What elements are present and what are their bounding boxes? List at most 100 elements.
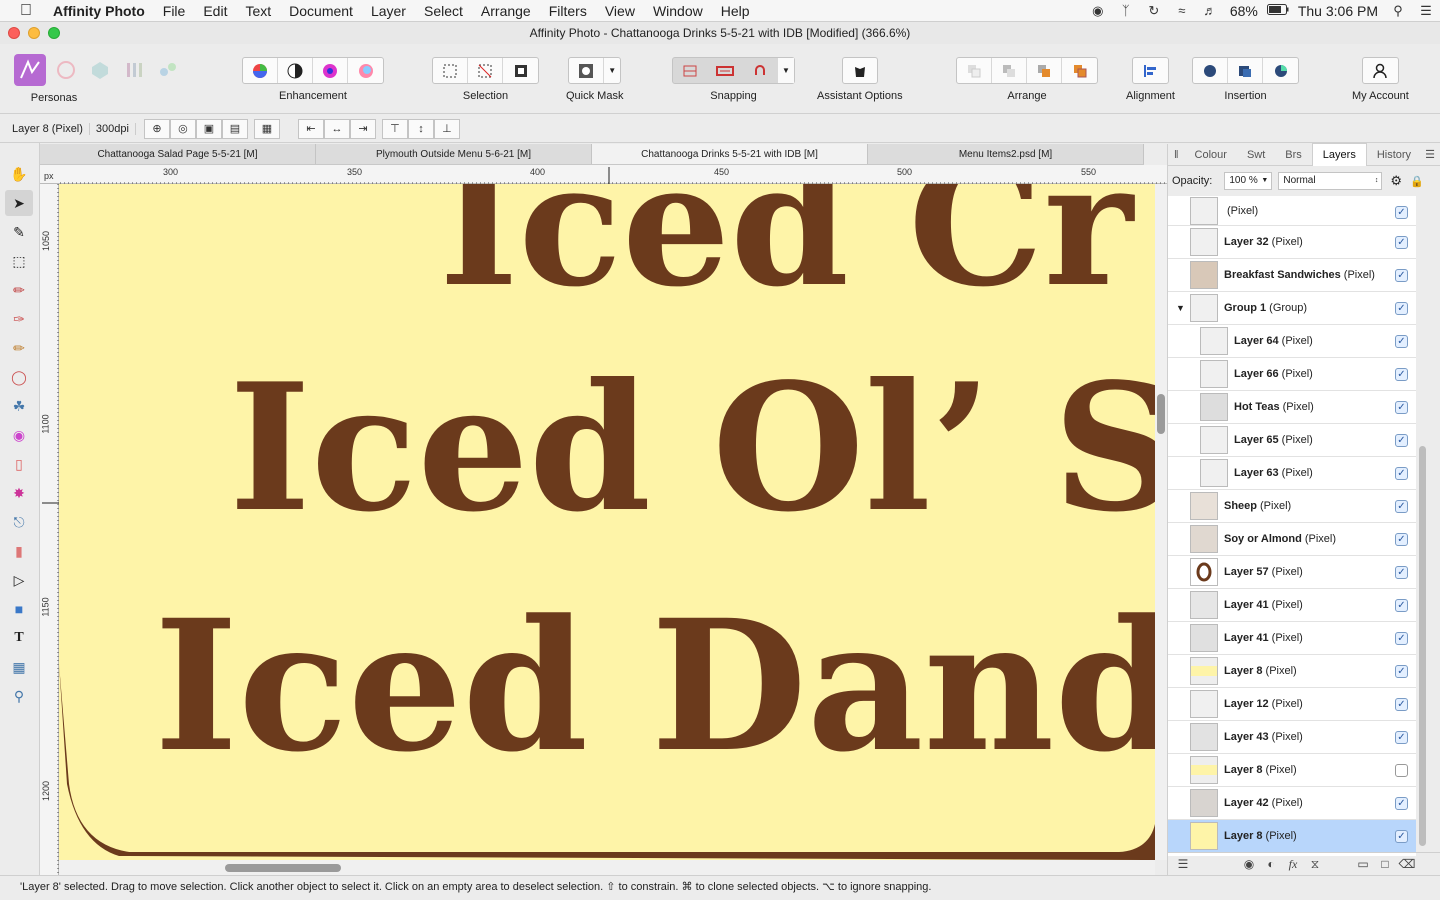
layer-visibility-checkbox[interactable]: ✓ bbox=[1395, 665, 1408, 678]
snapping-dropdown-icon[interactable]: ▼ bbox=[778, 58, 794, 83]
menu-edit[interactable]: Edit bbox=[194, 0, 236, 22]
lock-icon[interactable]: 🔒 bbox=[1410, 175, 1424, 188]
rectangle-tool-icon[interactable]: ■ bbox=[5, 596, 33, 622]
menu-document[interactable]: Document bbox=[280, 0, 362, 22]
layer-row[interactable]: Layer 32 (Pixel) ✓ bbox=[1168, 226, 1416, 259]
contrast-icon[interactable] bbox=[278, 58, 313, 83]
canvas-vertical-scrollbar[interactable] bbox=[1155, 184, 1167, 860]
pixel-tool-icon[interactable]: ✏ bbox=[5, 335, 33, 361]
layer-row[interactable]: Layer 66 (Pixel) ✓ bbox=[1168, 358, 1416, 391]
layer-row[interactable]: (Pixel) ✓ bbox=[1168, 196, 1416, 226]
layer-visibility-checkbox[interactable]: ✓ bbox=[1395, 566, 1408, 579]
hand-tool-icon[interactable]: ✋ bbox=[5, 161, 33, 187]
snapping-objects-icon[interactable] bbox=[708, 58, 743, 83]
layer-visibility-checkbox[interactable]: ✓ bbox=[1395, 434, 1408, 447]
add-mask-icon[interactable]: ◉ bbox=[1238, 857, 1260, 871]
menu-help[interactable]: Help bbox=[712, 0, 759, 22]
invert-selection-icon[interactable] bbox=[503, 58, 538, 83]
close-window-button[interactable] bbox=[8, 27, 20, 39]
transform-origin-icon[interactable]: ⊕ bbox=[143, 118, 170, 139]
layer-row[interactable]: Layer 57 (Pixel) ✓ bbox=[1168, 556, 1416, 589]
bounding-box-icon[interactable]: ▦ bbox=[253, 118, 280, 139]
align-bottom-icon[interactable]: ⊥ bbox=[433, 118, 460, 139]
layer-settings-gear-icon[interactable]: ⚙ bbox=[1390, 173, 1402, 189]
adjustment-icon[interactable]: ◐ bbox=[1260, 857, 1282, 871]
clock[interactable]: Thu 3:06 PM bbox=[1292, 3, 1384, 19]
horizontal-scroll-thumb[interactable] bbox=[225, 864, 341, 872]
liquify-persona-icon[interactable] bbox=[52, 54, 80, 86]
zoom-window-button[interactable] bbox=[48, 27, 60, 39]
layers-stack-icon[interactable]: ☰ bbox=[1172, 857, 1194, 871]
add-pixel-layer-icon[interactable]: □ bbox=[1374, 857, 1396, 871]
healing-brush-tool-icon[interactable]: ▮ bbox=[5, 538, 33, 564]
align-center-icon[interactable]: ↔ bbox=[323, 118, 350, 139]
vertical-scroll-thumb[interactable] bbox=[1157, 394, 1165, 434]
layer-visibility-checkbox[interactable]: ✓ bbox=[1395, 764, 1408, 777]
tab-history[interactable]: History bbox=[1367, 144, 1421, 166]
volume-icon[interactable]: ♬ bbox=[1196, 3, 1224, 18]
levels-icon[interactable] bbox=[243, 58, 278, 83]
layer-row[interactable]: Layer 41 (Pixel) ✓ bbox=[1168, 622, 1416, 655]
layer-visibility-checkbox[interactable]: ✓ bbox=[1395, 632, 1408, 645]
move-forward-one-icon[interactable] bbox=[1027, 58, 1062, 83]
move-back-one-icon[interactable] bbox=[992, 58, 1027, 83]
layer-visibility-checkbox[interactable]: ✓ bbox=[1395, 236, 1408, 249]
develop-persona-icon[interactable] bbox=[86, 54, 114, 86]
layer-row[interactable]: Layer 42 (Pixel) ✓ bbox=[1168, 787, 1416, 820]
layers-scrollbar[interactable] bbox=[1418, 196, 1428, 856]
menu-filters[interactable]: Filters bbox=[540, 0, 596, 22]
menu-view[interactable]: View bbox=[596, 0, 644, 22]
align-left-icon[interactable]: ⇤ bbox=[297, 118, 324, 139]
layer-visibility-checkbox[interactable]: ✓ bbox=[1395, 206, 1408, 219]
snapping-magnet-icon[interactable] bbox=[743, 58, 778, 83]
tab-layers[interactable]: Layers bbox=[1311, 143, 1367, 166]
account-icon[interactable] bbox=[1363, 58, 1398, 83]
selection-brush-tool-icon[interactable]: ✑ bbox=[5, 306, 33, 332]
mesh-warp-tool-icon[interactable]: ▦ bbox=[5, 654, 33, 680]
insert-inside-icon[interactable] bbox=[1263, 58, 1298, 83]
align-middle-icon[interactable]: ↕ bbox=[407, 118, 434, 139]
export-persona-icon[interactable] bbox=[154, 54, 182, 86]
canvas-horizontal-scrollbar[interactable] bbox=[59, 860, 1155, 875]
menu-layer[interactable]: Layer bbox=[362, 0, 415, 22]
layer-row-group[interactable]: ▼ Group 1 (Group) ✓ bbox=[1168, 292, 1416, 325]
white-balance-icon[interactable] bbox=[348, 58, 383, 83]
layer-row[interactable]: Soy or Almond (Pixel) ✓ bbox=[1168, 523, 1416, 556]
insert-behind-icon[interactable] bbox=[1193, 58, 1228, 83]
opacity-select[interactable]: 100 % ▼ bbox=[1224, 172, 1273, 190]
doc-tab-drinks[interactable]: Chattanooga Drinks 5-5-21 with IDB [M] bbox=[592, 144, 868, 164]
layer-visibility-checkbox[interactable]: ✓ bbox=[1395, 500, 1408, 513]
tab-colour[interactable]: Colour bbox=[1185, 144, 1237, 166]
align-top-icon[interactable]: ⊤ bbox=[381, 118, 408, 139]
lasso-tool-icon[interactable]: ◯ bbox=[5, 364, 33, 390]
assistant-butler-icon[interactable] bbox=[843, 58, 877, 83]
notification-center-icon[interactable]: ☰ bbox=[1412, 3, 1440, 19]
zoom-tool-icon[interactable]: ⚲ bbox=[5, 683, 33, 709]
time-machine-icon[interactable]: ↻ bbox=[1140, 3, 1168, 19]
flood-fill-tool-icon[interactable]: ☘ bbox=[5, 393, 33, 419]
doc-tab-salad-page[interactable]: Chattanooga Salad Page 5-5-21 [M] bbox=[40, 144, 316, 164]
layer-row[interactable]: Layer 41 (Pixel) ✓ bbox=[1168, 589, 1416, 622]
doc-tab-menu-items[interactable]: Menu Items2.psd [M] bbox=[868, 144, 1144, 164]
layer-visibility-checkbox[interactable]: ✓ bbox=[1395, 698, 1408, 711]
headset-icon[interactable]: ◉ bbox=[1084, 3, 1112, 19]
menu-arrange[interactable]: Arrange bbox=[472, 0, 540, 22]
panel-menu-icon[interactable]: ☰ bbox=[1421, 144, 1439, 166]
layer-row[interactable]: Layer 64 (Pixel) ✓ bbox=[1168, 325, 1416, 358]
tab-brushes[interactable]: Brs bbox=[1275, 144, 1312, 166]
live-filter-icon[interactable]: ⧖ bbox=[1304, 857, 1326, 872]
layer-row[interactable]: Sheep (Pixel) ✓ bbox=[1168, 490, 1416, 523]
menu-file[interactable]: File bbox=[154, 0, 195, 22]
paint-brush-tool-icon[interactable]: ✏ bbox=[5, 277, 33, 303]
layer-visibility-checkbox[interactable]: ✓ bbox=[1395, 830, 1408, 843]
menu-select[interactable]: Select bbox=[415, 0, 472, 22]
tone-mapping-persona-icon[interactable] bbox=[120, 54, 148, 86]
layer-visibility-checkbox[interactable]: ✓ bbox=[1395, 467, 1408, 480]
menu-window[interactable]: Window bbox=[644, 0, 712, 22]
layer-visibility-checkbox[interactable]: ✓ bbox=[1395, 797, 1408, 810]
layer-row[interactable]: Layer 43 (Pixel) ✓ bbox=[1168, 721, 1416, 754]
layer-visibility-checkbox[interactable]: ✓ bbox=[1395, 599, 1408, 612]
apple-icon[interactable]:  bbox=[20, 2, 34, 19]
clone-stamp-tool-icon[interactable]: ⎋ bbox=[5, 509, 33, 535]
layer-row[interactable]: Hot Teas (Pixel) ✓ bbox=[1168, 391, 1416, 424]
